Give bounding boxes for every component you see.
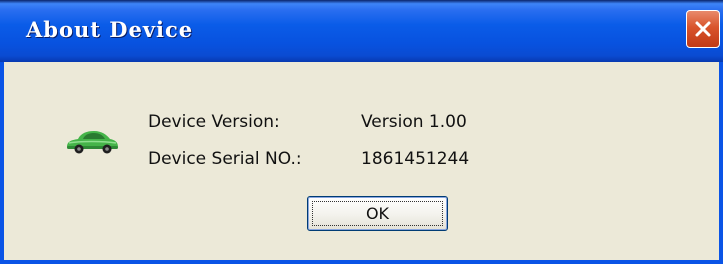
window-title: About Device (26, 17, 194, 42)
device-version-value: Version 1.00 (361, 112, 467, 132)
ok-button[interactable]: OK (307, 196, 448, 231)
device-serial-label: Device Serial NO.: (148, 149, 302, 169)
ok-button-label: OK (365, 204, 390, 223)
device-serial-value: 1861451244 (361, 149, 470, 169)
car-icon (67, 131, 118, 154)
about-device-dialog: About Device Device Version: Version 1.0… (0, 0, 723, 264)
close-button[interactable] (686, 10, 720, 48)
close-icon (695, 21, 711, 37)
device-version-label: Device Version: (148, 112, 280, 132)
title-bar[interactable]: About Device (0, 0, 723, 62)
